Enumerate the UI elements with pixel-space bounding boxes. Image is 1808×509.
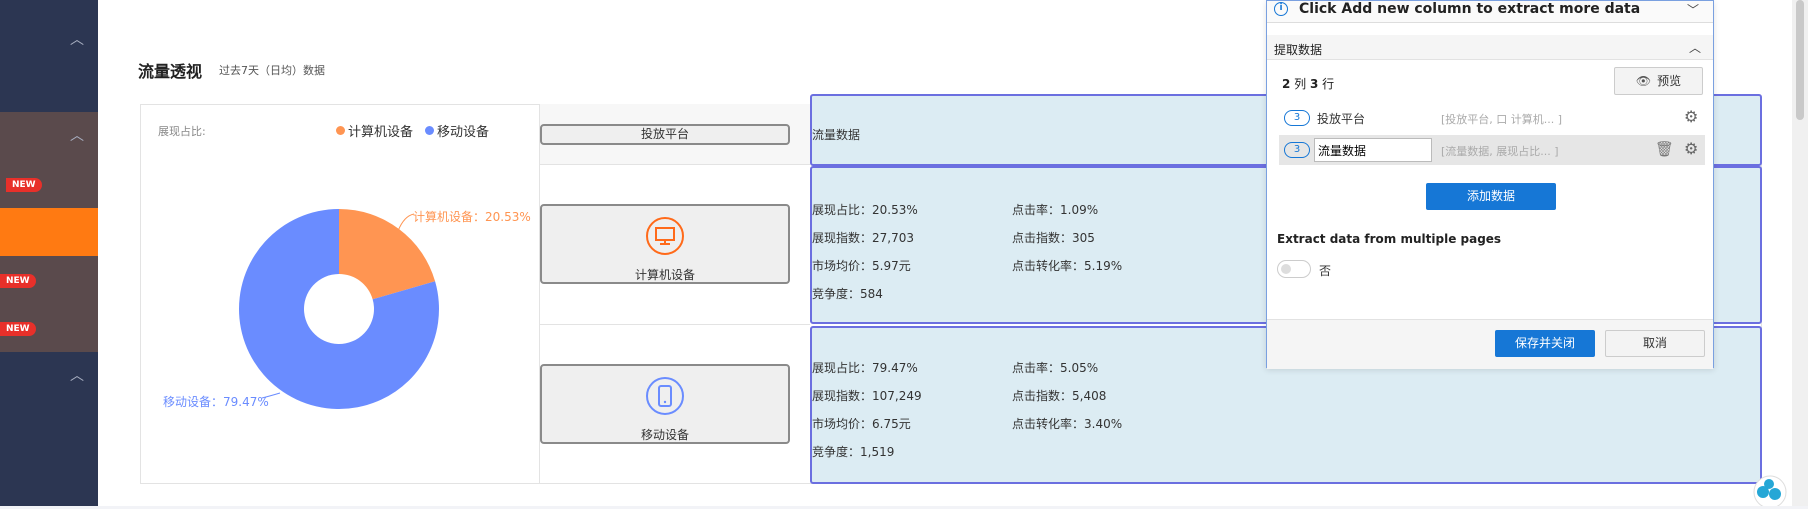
gear-icon[interactable]: ⚙ bbox=[1684, 139, 1698, 158]
preview-button[interactable]: 👁 预览 bbox=[1614, 67, 1703, 95]
field-count-badge: 3 bbox=[1284, 142, 1310, 158]
info-banner[interactable]: i Click Add new column to extract more d… bbox=[1267, 1, 1713, 23]
multi-page-toggle[interactable] bbox=[1277, 260, 1311, 278]
computer-icon bbox=[646, 217, 684, 255]
add-data-button[interactable]: 添加数据 bbox=[1426, 183, 1556, 210]
chevron-up-icon[interactable]: ︿ bbox=[1689, 39, 1701, 56]
chevron-down-icon[interactable]: ﹀ bbox=[1687, 1, 1699, 18]
chevron-up-icon[interactable]: ︿ bbox=[70, 129, 84, 143]
section-title: 提取数据 bbox=[1274, 43, 1323, 57]
new-badge: NEW bbox=[0, 274, 36, 288]
field-name-input[interactable] bbox=[1314, 138, 1432, 162]
field-count-badge: 3 bbox=[1284, 110, 1310, 126]
assistant-mascot-icon[interactable] bbox=[1750, 470, 1790, 509]
toggle-knob bbox=[1281, 264, 1291, 274]
metric: 点击率：1.09% bbox=[1012, 203, 1099, 217]
page-scrollbar[interactable] bbox=[1792, 0, 1808, 506]
metric: 竞争度：584 bbox=[812, 287, 883, 301]
chevron-up-icon[interactable]: ︿ bbox=[70, 33, 84, 47]
sidebar-item-active[interactable] bbox=[0, 208, 98, 256]
banner-text: Click Add new column to extract more dat… bbox=[1299, 1, 1641, 17]
metric: 点击转化率：3.40% bbox=[1012, 417, 1123, 431]
callout-line-computer bbox=[397, 213, 415, 232]
donut-chart bbox=[239, 209, 439, 409]
new-badge: NEW bbox=[6, 178, 42, 192]
callout-mobile: 移动设备：79.47% bbox=[163, 395, 269, 409]
page-subtitle: 过去7天（日均）数据 bbox=[219, 64, 325, 77]
header-data-label: 流量数据 bbox=[812, 128, 861, 142]
gear-icon[interactable]: ⚙ bbox=[1684, 107, 1698, 126]
callout-computer: 计算机设备：20.53% bbox=[413, 210, 531, 224]
save-close-button[interactable]: 保存并关闭 bbox=[1495, 330, 1595, 357]
field-row-selected[interactable]: 3 [流量数据, 展现占比... ] 🗑 ⚙ bbox=[1279, 135, 1705, 165]
extract-panel: i Click Add new column to extract more d… bbox=[1266, 0, 1714, 369]
sidebar: ︿ ︿ NEW NEW NEW ︿ bbox=[0, 0, 98, 506]
mascot-icon bbox=[1753, 475, 1787, 509]
chevron-up-icon[interactable]: ︿ bbox=[70, 369, 84, 383]
trash-icon[interactable]: 🗑 bbox=[1655, 140, 1674, 158]
platform-label: 移动设备 bbox=[640, 428, 689, 442]
field-row[interactable]: 3 投放平台 [投放平台, 口 计算机... ] ⚙ bbox=[1279, 105, 1705, 131]
extract-section-header[interactable]: 提取数据 ︿ bbox=[1267, 35, 1713, 60]
sidebar-group-expanded bbox=[0, 112, 98, 208]
metric: 展现指数：107,249 bbox=[812, 389, 922, 403]
row-divider bbox=[540, 324, 810, 325]
page-title: 流量透视 bbox=[138, 62, 203, 81]
mobile-icon bbox=[646, 377, 684, 415]
field-preview: [流量数据, 展现占比... ] bbox=[1441, 145, 1559, 158]
scrollbar-thumb[interactable] bbox=[1796, 0, 1804, 120]
platform-label: 计算机设备 bbox=[634, 268, 695, 282]
new-badge: NEW bbox=[0, 322, 36, 336]
platform-computer-button[interactable]: 计算机设备 bbox=[540, 204, 790, 284]
metric: 展现占比：79.47% bbox=[812, 361, 918, 375]
metric: 点击指数：305 bbox=[1012, 231, 1095, 245]
platform-mobile-button[interactable]: 移动设备 bbox=[540, 364, 790, 444]
metric: 点击指数：5,408 bbox=[1012, 389, 1107, 403]
cancel-button[interactable]: 取消 bbox=[1605, 330, 1705, 357]
metric: 展现占比：20.53% bbox=[812, 203, 918, 217]
summary-text: 行 bbox=[1318, 77, 1335, 91]
summary-text: 列 bbox=[1290, 77, 1310, 91]
extract-summary: 2 列 3 行 bbox=[1282, 75, 1334, 92]
pie-panel: 展现占比: 计算机设备 移动设备 计算机设备：20.53% 移动设备：79.47… bbox=[140, 104, 540, 484]
metric: 点击率：5.05% bbox=[1012, 361, 1099, 375]
field-preview: [投放平台, 口 计算机... ] bbox=[1441, 113, 1563, 126]
metric: 竞争度：1,519 bbox=[812, 445, 895, 459]
metric: 市场均价：6.75元 bbox=[812, 417, 911, 431]
multi-page-label: Extract data from multiple pages bbox=[1277, 232, 1502, 246]
metric: 点击转化率：5.19% bbox=[1012, 259, 1123, 273]
sidebar-group-items bbox=[0, 256, 98, 352]
metric: 展现指数：27,703 bbox=[812, 231, 914, 245]
toggle-text: 否 bbox=[1319, 264, 1332, 278]
preview-label: 预览 bbox=[1657, 74, 1682, 88]
header-platform-button[interactable]: 投放平台 bbox=[540, 124, 790, 145]
field-name: 投放平台 bbox=[1317, 112, 1366, 126]
eye-icon: 👁 bbox=[1635, 74, 1652, 88]
info-icon: i bbox=[1274, 2, 1288, 16]
metric: 市场均价：5.97元 bbox=[812, 259, 911, 273]
